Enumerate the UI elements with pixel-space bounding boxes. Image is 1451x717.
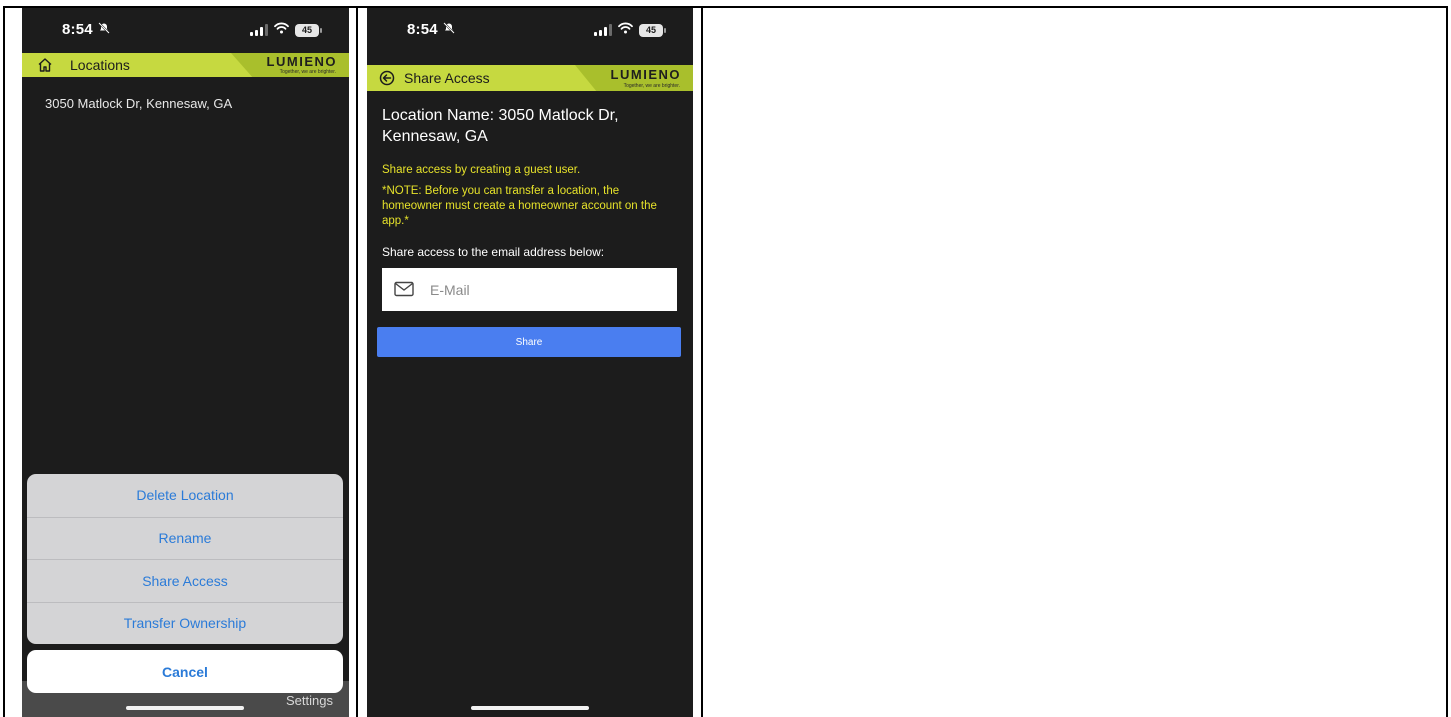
signal-icon — [250, 24, 268, 36]
silent-bell-icon — [443, 22, 455, 37]
info-text: Share access by creating a guest user. — [382, 164, 581, 176]
note-text: *NOTE: Before you can transfer a locatio… — [382, 185, 657, 227]
action-sheet: Delete Location Rename Share Access Tran… — [27, 474, 343, 644]
share-access-button[interactable]: Share Access — [27, 559, 343, 602]
location-name: Location Name: 3050 Matlock Dr, Kennesaw… — [382, 107, 619, 145]
share-button[interactable]: Share — [377, 327, 681, 357]
battery-icon: 45 — [295, 23, 322, 37]
home-indicator[interactable] — [471, 706, 589, 710]
brand-tagline: Together, we are brighter. — [279, 69, 336, 75]
status-time: 8:54 — [62, 21, 93, 38]
email-input[interactable] — [430, 268, 670, 311]
status-bar: 8:54 45 — [367, 8, 693, 53]
brand-logo: LUMIENO — [266, 54, 337, 69]
tab-settings[interactable]: Settings — [286, 693, 333, 708]
cancel-button[interactable]: Cancel — [27, 650, 343, 693]
phone-share-access-screen: 8:54 45 Share Access LUMIENO Together, w… — [367, 8, 693, 717]
brand-tagline: Together, we are brighter. — [623, 83, 680, 89]
share-label: Share access to the email address below: — [382, 245, 605, 259]
app-header: Locations LUMIENO Together, we are brigh… — [22, 53, 349, 77]
mail-icon — [394, 281, 414, 302]
status-bar: 8:54 45 — [22, 8, 349, 53]
header-title: Locations — [70, 57, 130, 73]
wifi-icon — [618, 21, 633, 39]
silent-bell-icon — [98, 22, 110, 37]
transfer-ownership-button[interactable]: Transfer Ownership — [27, 601, 343, 645]
status-time: 8:54 — [407, 21, 438, 38]
frame-divider-right — [701, 6, 703, 717]
brand-logo: LUMIENO — [610, 67, 681, 82]
status-icons: 45 — [594, 21, 666, 39]
wifi-icon — [274, 21, 289, 39]
home-icon[interactable] — [37, 57, 53, 78]
app-header: Share Access LUMIENO Together, we are br… — [367, 65, 693, 91]
home-indicator[interactable] — [126, 706, 244, 710]
phone-locations-screen: 8:54 45 Locations LUMIENO Together, we a… — [22, 8, 349, 717]
location-list-item[interactable]: 3050 Matlock Dr, Kennesaw, GA — [45, 96, 232, 111]
back-arrow-icon[interactable] — [379, 70, 395, 91]
frame-divider-left — [356, 6, 358, 717]
delete-location-button[interactable]: Delete Location — [27, 474, 343, 517]
status-icons: 45 — [250, 21, 322, 39]
email-field-container — [382, 268, 677, 311]
screenshot-frame: 8:54 45 Locations LUMIENO Together, we a… — [0, 0, 1451, 717]
signal-icon — [594, 24, 612, 36]
battery-icon: 45 — [639, 23, 666, 37]
rename-button[interactable]: Rename — [27, 516, 343, 560]
header-title: Share Access — [404, 70, 490, 86]
